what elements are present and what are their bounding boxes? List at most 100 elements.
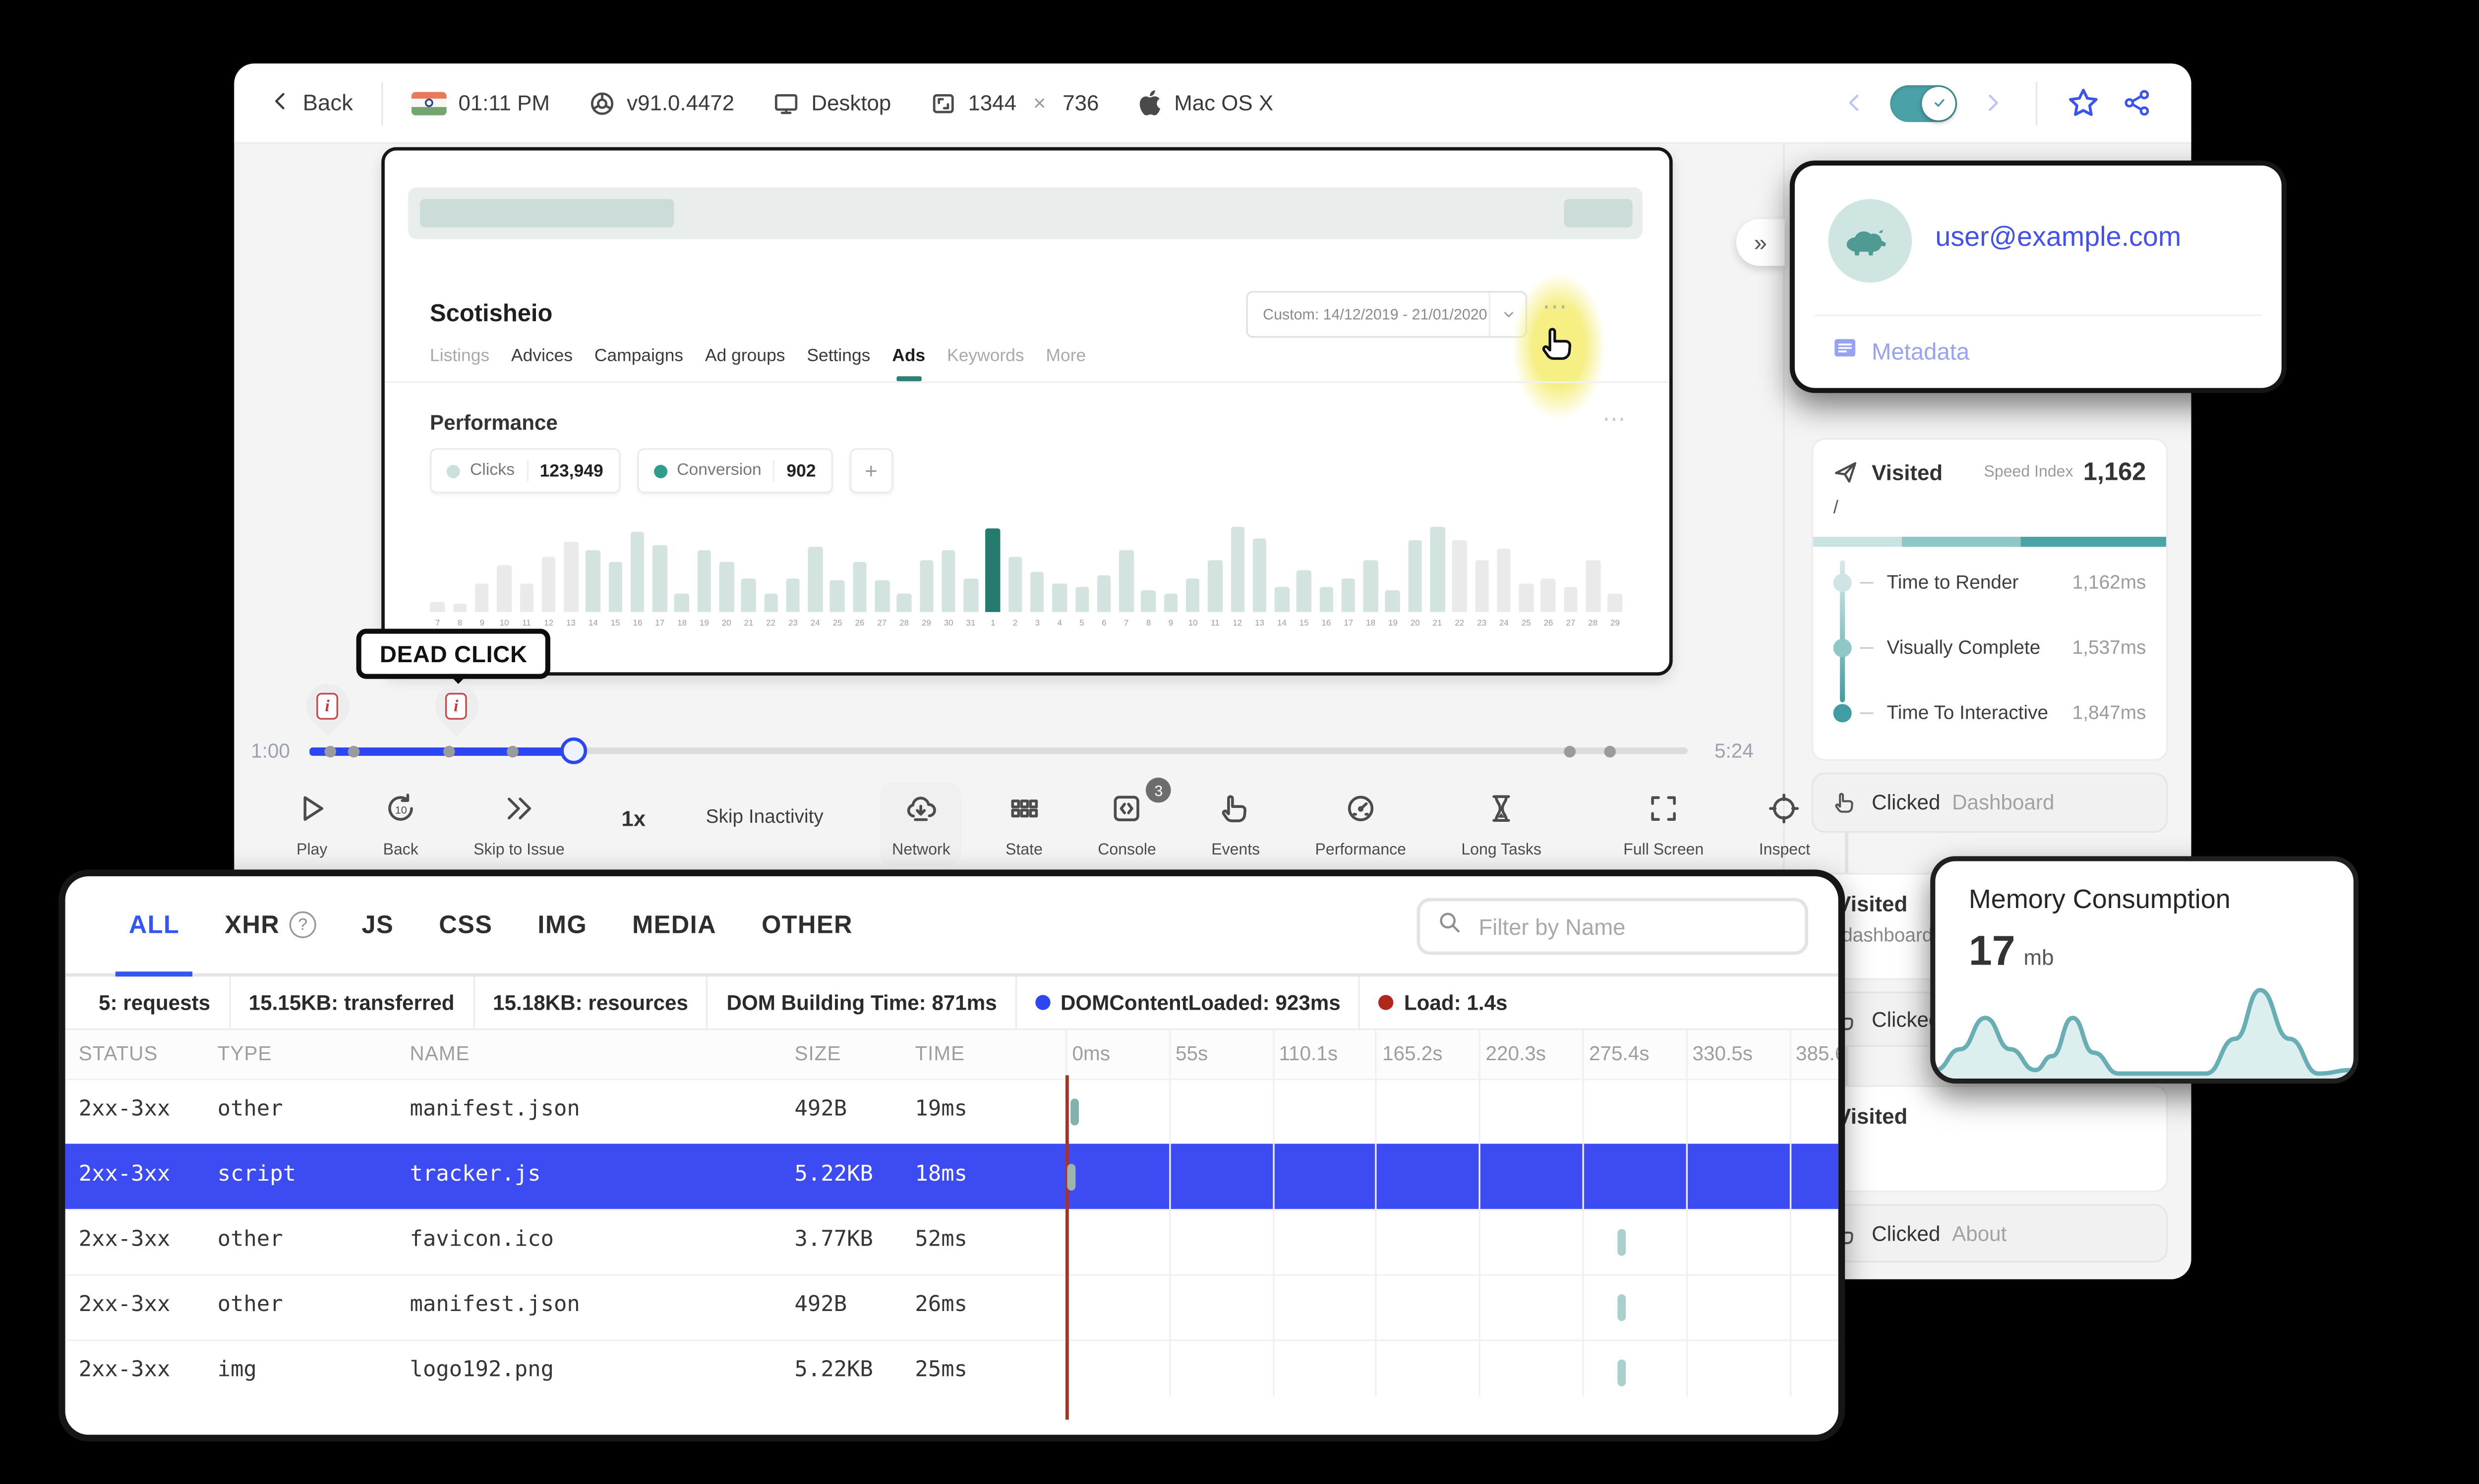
replayed-page: Scotisheio Custom: 14/12/2019 - 21/01/20… bbox=[381, 147, 1673, 676]
previous-session-button[interactable] bbox=[1841, 90, 1867, 115]
session-time-label: 01:11 PM bbox=[458, 90, 550, 115]
network-request-row[interactable]: 2xx-3xx other manifest.json 492B 19ms bbox=[65, 1079, 1838, 1144]
waterfall-tick-label: 55s bbox=[1176, 1041, 1208, 1066]
event-row-clicked[interactable]: Clicked Dashboard bbox=[1811, 772, 2168, 833]
date-range-select[interactable]: Custom: 14/12/2019 - 21/01/2020 bbox=[1246, 291, 1528, 338]
metric-chip-clicks[interactable]: Clicks 123,949 bbox=[430, 448, 620, 494]
chart-x-label: 15 bbox=[1299, 619, 1309, 629]
chart-bar bbox=[782, 509, 804, 612]
chart-x-label: 19 bbox=[699, 619, 709, 629]
site-tab-listings[interactable]: Listings bbox=[430, 346, 489, 378]
chart-bar bbox=[516, 509, 538, 612]
timeline-scrubber[interactable] bbox=[309, 737, 1688, 764]
performance-more-button[interactable]: ⋯ bbox=[1602, 404, 1626, 433]
timing-metric-row: Time To Interactive 1,847ms bbox=[1833, 681, 2146, 746]
panel-button-network[interactable]: Network bbox=[880, 782, 962, 866]
play-button[interactable]: Play bbox=[285, 783, 340, 866]
chart-bar bbox=[1071, 509, 1093, 612]
network-tab-css[interactable]: CSS bbox=[439, 876, 492, 973]
chart-bar bbox=[649, 509, 671, 612]
performance-bar-chart: 7 8 9 10 11 12 13 14 15 16 17 18 19 20 21 22 23 24 25 26 27 2… bbox=[426, 509, 1626, 652]
filter-field[interactable] bbox=[1417, 898, 1808, 955]
site-tab-settings[interactable]: Settings bbox=[807, 346, 870, 378]
timing-metric-value: 1,537ms bbox=[2072, 638, 2146, 658]
metric-dot-icon bbox=[1833, 573, 1852, 592]
resolution-icon bbox=[930, 89, 956, 116]
event-row-clicked[interactable]: Clicked About bbox=[1811, 1204, 2168, 1263]
dead-click-marker[interactable]: i bbox=[296, 675, 358, 737]
chart-bar bbox=[915, 509, 938, 612]
network-tab-other[interactable]: OTHER bbox=[762, 876, 853, 973]
network-tab-img[interactable]: IMG bbox=[537, 876, 587, 973]
document-icon bbox=[1831, 335, 1858, 366]
add-metric-button[interactable]: + bbox=[849, 448, 893, 494]
panel-button-console[interactable]: Console 3 bbox=[1086, 777, 1172, 866]
site-nav-tabs: Listings Advices Campaigns Ad groups Setting… bbox=[430, 346, 1636, 382]
cell-type: script bbox=[217, 1162, 296, 1188]
timing-metric-label: Time To Interactive bbox=[1887, 703, 2049, 724]
network-tab-xhr[interactable]: XHR? bbox=[225, 876, 317, 973]
site-tab-more[interactable]: More bbox=[1046, 346, 1086, 378]
panel-button-state[interactable]: State bbox=[994, 783, 1054, 866]
network-tab-media[interactable]: MEDIA bbox=[632, 876, 716, 973]
chart-bar bbox=[893, 509, 915, 612]
back-ten-button[interactable]: 10 Back bbox=[371, 783, 430, 866]
chart-x-label: 29 bbox=[1610, 619, 1620, 629]
network-request-row[interactable]: 2xx-3xx other manifest.json 492B 26ms bbox=[65, 1274, 1838, 1340]
back-ten-icon: 10 bbox=[385, 793, 416, 833]
network-tab-all[interactable]: ALL bbox=[115, 876, 194, 977]
tabs-underline bbox=[384, 381, 1669, 383]
skip-to-issue-button[interactable]: Skip to Issue bbox=[462, 783, 577, 866]
chart-x-label: 20 bbox=[721, 619, 731, 629]
site-tab-keywords[interactable]: Keywords bbox=[947, 346, 1024, 378]
network-tab-js[interactable]: JS bbox=[362, 876, 394, 973]
favorite-star-button[interactable] bbox=[2067, 87, 2099, 118]
collapse-sidebar-button[interactable]: » bbox=[1736, 219, 1785, 266]
metric-dot-icon bbox=[446, 464, 460, 478]
waterfall-bar bbox=[1617, 1359, 1626, 1386]
panel-button-performance[interactable]: Performance bbox=[1303, 783, 1418, 866]
playback-speed-button[interactable]: 1x bbox=[621, 806, 646, 831]
timeline-knob[interactable] bbox=[560, 737, 588, 764]
chart-bar bbox=[1271, 509, 1293, 612]
panel-button-long-tasks[interactable]: Long Tasks bbox=[1450, 783, 1553, 866]
chart-bar bbox=[1204, 509, 1227, 612]
full-screen-button[interactable]: Full Screen bbox=[1612, 783, 1715, 866]
network-request-row[interactable]: 2xx-3xx img logo192.png 5.22KB 25ms bbox=[65, 1339, 1838, 1405]
cell-size: 5.22KB bbox=[794, 1162, 873, 1188]
autoplay-toggle[interactable] bbox=[1890, 84, 1957, 121]
waterfall-gridline bbox=[1478, 1030, 1481, 1397]
site-tab-ad-groups[interactable]: Ad groups bbox=[705, 346, 785, 378]
divider bbox=[381, 81, 383, 125]
page-more-button[interactable]: ⋯ bbox=[1542, 291, 1568, 321]
network-stat: DOMContentLoaded: 923ms bbox=[1017, 976, 1361, 1028]
site-tab-ads[interactable]: Ads bbox=[892, 346, 925, 382]
rhino-avatar bbox=[1828, 199, 1912, 283]
back-button[interactable]: Back bbox=[234, 88, 353, 118]
network-request-row[interactable]: 2xx-3xx script tracker.js 5.22KB 18ms bbox=[65, 1143, 1838, 1209]
site-tab-campaigns[interactable]: Campaigns bbox=[594, 346, 683, 378]
chart-bar bbox=[982, 509, 1004, 612]
metric-chip-value: 123,949 bbox=[539, 460, 603, 481]
metric-chip-conversion[interactable]: Conversion 902 bbox=[637, 448, 833, 494]
panel-button-events[interactable]: Events bbox=[1200, 783, 1272, 866]
metadata-button[interactable]: Metadata bbox=[1831, 335, 1969, 366]
filter-input[interactable] bbox=[1475, 912, 1788, 941]
timeline-duration: 5:24 bbox=[1714, 739, 1754, 763]
toggle-check-icon bbox=[1922, 86, 1955, 120]
play-button-label: Play bbox=[296, 841, 328, 860]
visited-event-card[interactable]: Visited Speed Index 1,162 / Time to Rend… bbox=[1811, 438, 2168, 761]
next-session-button[interactable] bbox=[1980, 90, 2006, 115]
skip-inactivity-button[interactable]: Skip Inactivity bbox=[706, 807, 824, 827]
chart-x-label: 14 bbox=[588, 619, 598, 629]
waterfall-tick-label: 220.3s bbox=[1485, 1041, 1546, 1066]
timing-segment bbox=[2021, 536, 2166, 547]
network-request-row[interactable]: 2xx-3xx other favicon.ico 3.77KB 52ms bbox=[65, 1209, 1838, 1274]
event-card-visited[interactable]: Visited bbox=[1811, 1085, 2168, 1193]
cell-time: 18ms bbox=[915, 1162, 968, 1188]
os-label: Mac OS X bbox=[1174, 90, 1274, 115]
cell-status: 2xx-3xx bbox=[78, 1162, 171, 1188]
player-top-bar: Back 01:11 PM v91.0.4472 Desktop 1344 × … bbox=[234, 63, 2191, 144]
site-tab-advices[interactable]: Advices bbox=[511, 346, 573, 378]
share-button[interactable] bbox=[2123, 89, 2151, 117]
